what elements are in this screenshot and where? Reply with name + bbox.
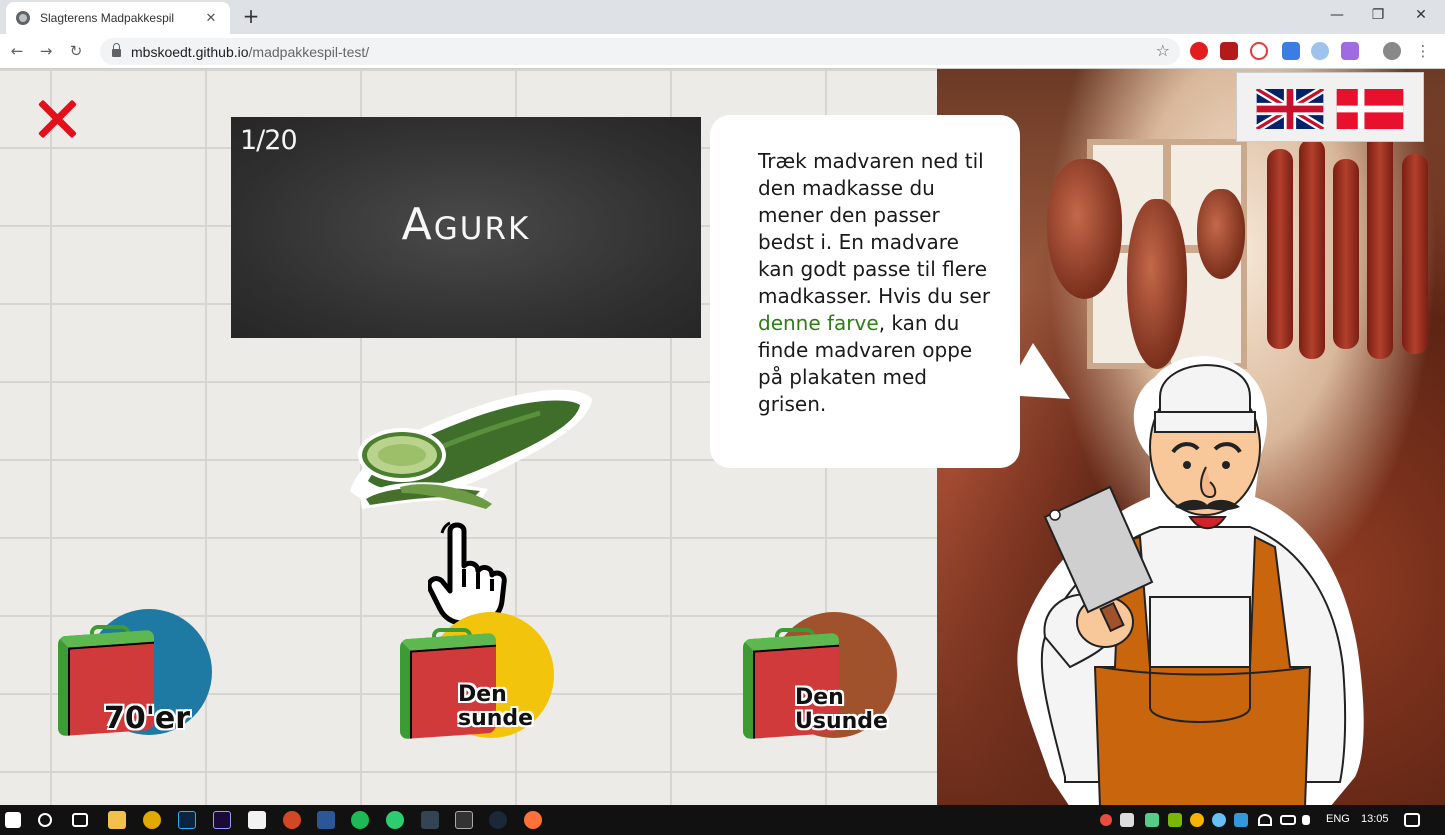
instructions-text: Træk madvaren ned til den madkasse du me…: [758, 148, 998, 418]
address-bar[interactable]: mbskoedt.github.io/madpakkespil-test/ ☆: [100, 38, 1180, 65]
hanging-sausage: [1299, 139, 1325, 359]
danish-flag[interactable]: [1335, 89, 1405, 129]
pdf-extension-icon[interactable]: [1220, 42, 1238, 60]
word-icon[interactable]: [317, 811, 335, 829]
chrome-icon[interactable]: [143, 811, 161, 829]
clock[interactable]: 13:05: [1361, 813, 1389, 825]
restore-button[interactable]: ❐: [1355, 0, 1401, 30]
after-effects-icon[interactable]: [213, 811, 231, 829]
photoshop-icon[interactable]: [178, 811, 196, 829]
lunchbox-den-usunde[interactable]: Den Usunde: [743, 612, 897, 752]
tab-strip: Slagterens Madpakkespil ✕ + — ❐ ✕: [0, 0, 1445, 34]
profile-avatar[interactable]: [1383, 42, 1401, 60]
instructions-highlight: denne farve: [758, 311, 879, 335]
url-text: mbskoedt.github.io/madpakkespil-test/: [131, 44, 369, 60]
spotify-icon[interactable]: [351, 811, 369, 829]
cucumber-icon[interactable]: [340, 379, 595, 519]
bookmark-star-icon[interactable]: ☆: [1156, 41, 1170, 60]
windows-start-icon[interactable]: [5, 812, 21, 828]
powerpoint-icon[interactable]: [283, 811, 301, 829]
menu-button[interactable]: ⋮: [1412, 40, 1434, 62]
reload-button[interactable]: ↻: [65, 40, 87, 62]
pointing-hand-icon: [428, 521, 507, 626]
url-domain: mbskoedt.github.io: [131, 43, 249, 60]
notepad-icon[interactable]: [248, 811, 266, 829]
live-app-icon[interactable]: [455, 811, 473, 829]
hanging-sausage: [1402, 154, 1428, 354]
language-selector: [1236, 72, 1424, 142]
back-button[interactable]: ←: [6, 40, 28, 62]
opera-extension-icon[interactable]: [1190, 42, 1208, 60]
instructions-part1: Træk madvaren ned til den madkasse du me…: [758, 149, 991, 308]
feather-extension-icon[interactable]: [1341, 42, 1359, 60]
lunchbox-label-line1: Den: [458, 682, 507, 707]
globe-icon: [16, 11, 30, 25]
hanging-sausage: [1267, 149, 1293, 349]
hanging-sausage: [1367, 129, 1393, 359]
notifications-icon[interactable]: [1404, 813, 1420, 827]
extension-icon[interactable]: [1250, 42, 1268, 60]
speech-bubble: Træk madvaren ned til den madkasse du me…: [710, 115, 1020, 468]
lunchbox-den-sunde[interactable]: Den sunde: [400, 612, 554, 752]
english-flag[interactable]: [1255, 89, 1325, 129]
lunchbox-label-line1: Den: [795, 685, 844, 710]
lunchbox-label-line2: sunde: [458, 706, 534, 731]
minimize-button[interactable]: —: [1314, 0, 1360, 30]
nvidia-icon[interactable]: [1168, 813, 1182, 827]
question-counter: 1/20: [240, 125, 298, 156]
counter-extension-icon[interactable]: [1282, 42, 1300, 60]
task-view-icon[interactable]: [72, 813, 88, 827]
close-icon[interactable]: [38, 99, 78, 139]
food-word: Agurk: [401, 199, 531, 250]
lunchbox-label-line2: Usunde: [795, 709, 888, 734]
app-icon[interactable]: [386, 811, 404, 829]
browser-toolbar: ← → ↻ mbskoedt.github.io/madpakkespil-te…: [0, 34, 1445, 69]
tray-icon[interactable]: [1145, 813, 1159, 827]
game-viewport: 1/20 Agurk Træk madvaren ned til den mad…: [0, 69, 1445, 805]
hanging-ham: [1197, 189, 1245, 279]
volume-icon[interactable]: [1302, 815, 1310, 825]
file-explorer-icon[interactable]: [108, 811, 126, 829]
lunchbox-label: 70'er: [104, 701, 191, 736]
url-path: /madpakkespil-test/: [248, 43, 370, 60]
vpn-extension-icon[interactable]: [1311, 42, 1329, 60]
tray-icon[interactable]: [1234, 813, 1248, 827]
browser-tab[interactable]: Slagterens Madpakkespil ✕: [6, 2, 230, 34]
hanging-ham: [1047, 159, 1122, 299]
tray-icon[interactable]: [1120, 813, 1134, 827]
search-icon[interactable]: [38, 813, 52, 827]
chalkboard: 1/20 Agurk: [231, 117, 701, 338]
butcher-character: [1017, 356, 1364, 805]
app-icon[interactable]: [421, 811, 439, 829]
new-tab-button[interactable]: +: [240, 5, 262, 27]
tab-title: Slagterens Madpakkespil: [40, 11, 175, 25]
battery-icon[interactable]: [1280, 815, 1296, 825]
lock-icon: [112, 43, 121, 57]
tray-steam-icon[interactable]: [1212, 813, 1226, 827]
window-close-button[interactable]: ✕: [1398, 0, 1444, 30]
lunchbox-70er[interactable]: 70'er: [58, 609, 212, 749]
tray-icon[interactable]: [1190, 813, 1204, 827]
hanging-sausage: [1333, 159, 1359, 349]
tab-close-button[interactable]: ✕: [202, 11, 220, 26]
wifi-icon[interactable]: [1258, 814, 1272, 826]
windows-taskbar: ENG 13:05: [0, 805, 1445, 835]
forward-button[interactable]: →: [35, 40, 57, 62]
input-language[interactable]: ENG: [1326, 813, 1350, 825]
firefox-icon[interactable]: [524, 811, 542, 829]
steam-icon[interactable]: [489, 811, 507, 829]
tray-icon[interactable]: [1100, 814, 1112, 826]
